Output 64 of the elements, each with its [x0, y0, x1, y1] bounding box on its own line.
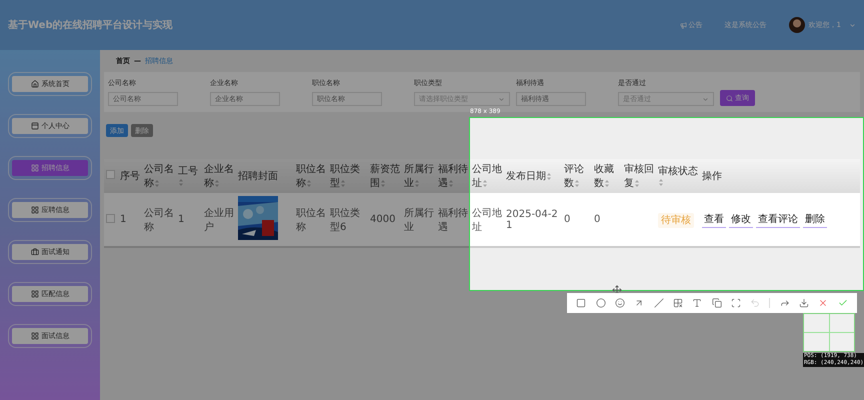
table-cell: 0	[562, 193, 592, 247]
table-cell: 职位名称	[294, 193, 328, 247]
column-header: 收藏数	[592, 159, 622, 193]
table-cell: 1	[176, 193, 202, 247]
action-link[interactable]: 查看评论	[756, 211, 800, 228]
action-link[interactable]: 查看	[702, 211, 726, 228]
table-cell: 企业用户	[202, 193, 236, 247]
square-icon[interactable]	[576, 298, 586, 308]
table-cell: 所属行业	[402, 193, 436, 247]
megaphone-icon	[680, 22, 687, 28]
column-header: 薪资范围	[368, 159, 402, 193]
table-cell: 公司名称	[142, 193, 176, 247]
column-header: 序号	[118, 159, 142, 193]
grid-icon	[30, 332, 38, 340]
share-icon[interactable]	[780, 298, 790, 308]
smiley-icon[interactable]	[614, 298, 625, 308]
table-cell: 4000	[368, 193, 402, 247]
copy-icon[interactable]	[712, 298, 722, 308]
grid-icon	[30, 164, 38, 172]
column-header: 公司地址	[470, 159, 504, 193]
caret-icon	[498, 96, 505, 102]
column-header: 审核回复	[622, 159, 656, 193]
column-header: 职位名称	[294, 159, 328, 193]
column-header: 公司名称	[142, 159, 176, 193]
column-header: 操作	[700, 159, 860, 193]
table-cell: 职位类型6	[328, 193, 368, 247]
column-header: 职位类型	[328, 159, 368, 193]
caret-icon	[849, 22, 856, 28]
arrow-icon[interactable]	[634, 298, 644, 308]
table-cell: 1	[118, 193, 142, 247]
text-icon[interactable]	[692, 298, 702, 308]
table-cell: 公司地址	[470, 193, 504, 247]
magnifier	[803, 313, 855, 352]
home-icon	[30, 80, 38, 88]
grid-icon	[30, 206, 38, 214]
line-icon[interactable]	[654, 298, 664, 308]
checkbox[interactable]	[106, 170, 115, 179]
grid-icon	[30, 290, 38, 298]
action-link[interactable]: 修改	[729, 211, 753, 228]
app-title: 基于Web的在线招聘平台设计与实现	[8, 18, 174, 32]
mosaic-icon[interactable]	[672, 298, 683, 308]
table-cell: 福利待遇	[436, 193, 470, 247]
scan-icon[interactable]	[730, 298, 741, 308]
column-header: 工号	[176, 159, 202, 193]
download-icon[interactable]	[799, 298, 810, 308]
circle-icon[interactable]	[596, 298, 606, 308]
column-header: 企业名称	[202, 159, 236, 193]
briefcase-icon	[30, 248, 38, 256]
action-link[interactable]: 删除	[803, 211, 827, 228]
panel-icon	[30, 122, 38, 130]
column-header: 招聘封面	[236, 159, 294, 193]
close-icon[interactable]	[818, 298, 828, 308]
column-header: 审核状态	[656, 159, 700, 193]
status-badge: 待审核	[658, 212, 694, 228]
avatar	[788, 17, 805, 33]
caret-icon	[702, 96, 709, 102]
table-cell: 0	[592, 193, 622, 247]
table-cell: 2025-04-21	[504, 193, 562, 247]
checkbox[interactable]	[106, 214, 115, 222]
column-header: 所属行业	[402, 159, 436, 193]
column-header: 发布日期	[504, 159, 562, 193]
column-header: 评论数	[562, 159, 592, 193]
column-header: 福利待遇	[436, 159, 470, 193]
search-icon	[726, 94, 733, 102]
